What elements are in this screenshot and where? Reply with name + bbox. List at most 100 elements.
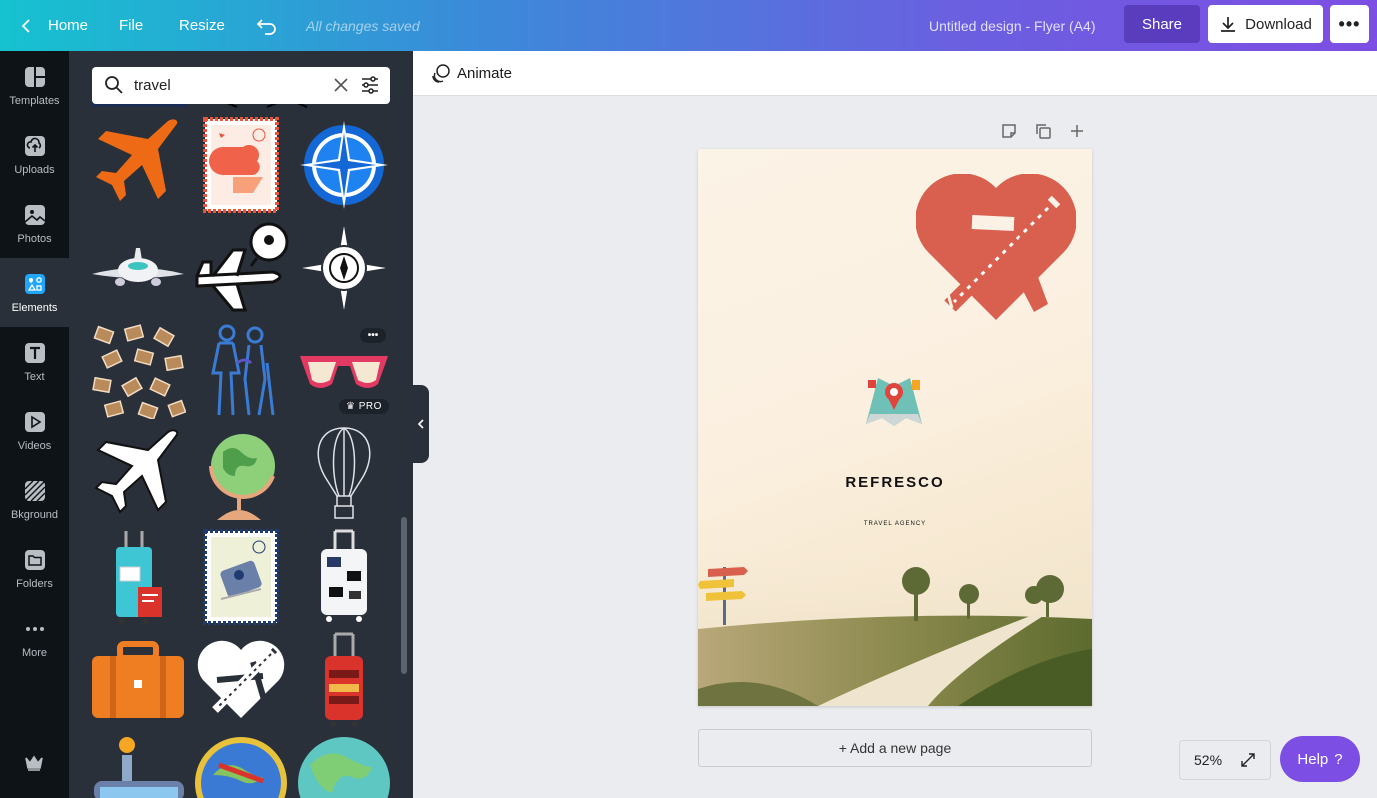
rail-label: Videos — [17, 439, 52, 452]
earth-element[interactable] — [296, 735, 392, 798]
compass-icon — [302, 226, 386, 310]
fullscreen-icon[interactable] — [1240, 752, 1256, 768]
briefcase-orange-element[interactable] — [90, 632, 186, 728]
rail-item-folders[interactable]: Folders — [0, 534, 69, 603]
design-page[interactable]: REFRESCO TRAVEL AGENCY — [698, 149, 1092, 706]
save-status: All changes saved — [306, 17, 420, 34]
suitcase-icon — [116, 531, 162, 624]
compass-icon — [300, 121, 388, 209]
heart-airplane-white-element[interactable] — [193, 632, 289, 728]
upload-icon — [23, 134, 47, 158]
suitcase-teal-element[interactable] — [90, 529, 186, 625]
globe-badge-element[interactable] — [193, 735, 289, 798]
zoom-level[interactable]: 52% — [1194, 752, 1222, 768]
rail-label: Folders — [16, 577, 53, 590]
share-button[interactable]: Share — [1124, 5, 1200, 43]
airplane-front-element[interactable] — [90, 220, 186, 316]
elderly-couple-element[interactable] — [193, 323, 289, 419]
couple-icon — [211, 324, 275, 416]
folder-icon — [23, 548, 47, 572]
design-title[interactable]: Untitled design - Flyer (A4) — [929, 0, 1096, 51]
rail-item-background[interactable]: Bkground — [0, 465, 69, 534]
airplane-outline-element[interactable] — [193, 220, 289, 316]
rail-item-templates[interactable]: Templates — [0, 51, 69, 120]
hot-air-balloon-element[interactable] — [296, 426, 392, 522]
airplane-icon — [195, 222, 289, 312]
add-page-icon[interactable] — [1068, 122, 1086, 140]
panel-scrollbar[interactable] — [401, 517, 407, 674]
background-icon — [23, 479, 47, 503]
filter-icon[interactable] — [360, 75, 380, 95]
pro-badge: ♛ PRO — [339, 399, 389, 414]
compass-white-element[interactable] — [296, 220, 392, 316]
close-icon[interactable] — [333, 77, 349, 93]
stamp-passport-element[interactable] — [193, 529, 289, 625]
heart-airplane-icon — [197, 640, 285, 718]
rail-item-uploads[interactable]: Uploads — [0, 120, 69, 189]
landscape-photo[interactable] — [698, 549, 1092, 706]
briefcase-icon — [92, 641, 184, 718]
suitcase-red-element[interactable] — [296, 632, 392, 728]
globe-element[interactable] — [193, 426, 289, 522]
element-options-button[interactable]: ••• — [360, 328, 386, 343]
rail-item-text[interactable]: Text — [0, 327, 69, 396]
stamp-icon — [203, 529, 279, 625]
balloon-icon — [317, 427, 371, 519]
airplane-orange-element[interactable] — [90, 117, 186, 213]
help-button[interactable]: Help ? — [1280, 736, 1360, 782]
text-icon — [23, 341, 47, 365]
rail-item-photos[interactable]: Photos — [0, 189, 69, 258]
chevron-left-icon — [21, 18, 30, 33]
rail-item-videos[interactable]: Videos — [0, 396, 69, 465]
more-icon — [23, 617, 47, 641]
crown-icon[interactable] — [24, 754, 44, 777]
brand-text[interactable]: REFRESCO — [698, 474, 1092, 491]
rail-item-more[interactable]: More — [0, 603, 69, 672]
suitcase-icon — [325, 632, 363, 727]
airplane-icon — [96, 119, 178, 201]
suitcase-flags-element[interactable] — [296, 529, 392, 625]
undo-button[interactable] — [256, 0, 278, 51]
download-button[interactable]: Download — [1208, 5, 1323, 43]
suitcase-pattern-element[interactable] — [90, 323, 186, 419]
resize-button[interactable]: Resize — [179, 0, 225, 51]
airplane-icon — [94, 429, 179, 514]
map-pin-sign-element[interactable] — [90, 735, 186, 798]
search-input[interactable] — [134, 77, 324, 94]
duplicate-icon[interactable] — [1034, 122, 1052, 140]
more-options-button[interactable]: ••• — [1330, 5, 1369, 43]
photo-icon — [23, 203, 47, 227]
airplane-icon — [92, 248, 184, 286]
map-pin-graphic[interactable] — [864, 374, 924, 428]
top-bar: Home File Resize All changes saved Untit… — [0, 0, 1377, 51]
animate-button[interactable]: Animate — [431, 63, 512, 83]
zoom-control[interactable]: 52% — [1179, 740, 1271, 780]
file-menu[interactable]: File — [119, 0, 143, 51]
animate-icon — [432, 64, 450, 83]
elements-icon — [23, 272, 47, 296]
suitcase-pattern-icon — [92, 324, 186, 419]
tagline-text[interactable]: TRAVEL AGENCY — [698, 521, 1092, 527]
home-button[interactable]: Home — [18, 0, 88, 51]
heart-airplane-graphic[interactable] — [916, 174, 1076, 326]
download-label: Download — [1245, 15, 1312, 33]
rail-item-elements[interactable]: Elements — [0, 258, 69, 327]
rail-label: Templates — [9, 94, 60, 107]
elements-panel: ••• ♛ PRO — [69, 51, 413, 798]
add-new-page-button[interactable]: + Add a new page — [698, 729, 1092, 767]
chevron-left-icon — [417, 419, 424, 429]
search-box[interactable] — [92, 67, 390, 104]
note-icon[interactable] — [1000, 122, 1018, 140]
suitcase-icon — [321, 529, 367, 622]
rail-label: Elements — [11, 301, 58, 314]
undo-icon — [256, 18, 276, 35]
postage-stamp-element[interactable] — [193, 117, 289, 213]
collapse-panel-button[interactable] — [413, 385, 429, 463]
help-question-icon: ? — [1334, 750, 1343, 768]
side-rail: Templates Uploads Photos Elements Text V… — [0, 51, 69, 798]
crown-icon: ♛ — [346, 401, 356, 412]
airplane-white-element[interactable] — [90, 426, 186, 522]
help-label: Help — [1297, 750, 1329, 768]
rail-label: Text — [24, 370, 45, 383]
compass-blue-element[interactable] — [296, 117, 392, 213]
